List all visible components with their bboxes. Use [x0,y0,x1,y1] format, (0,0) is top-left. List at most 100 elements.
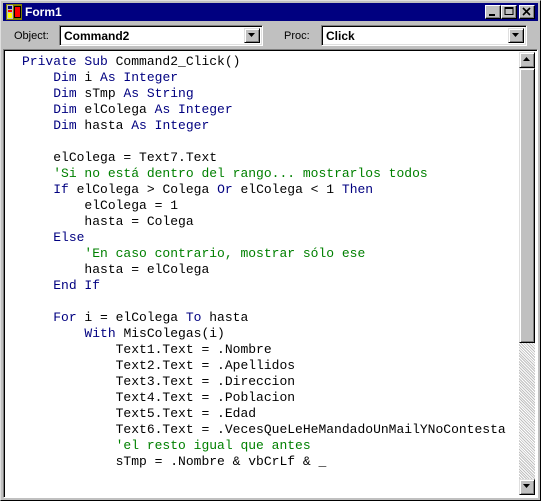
code-text[interactable]: Private Sub Command2_Click() Dim i As In… [22,54,518,494]
code-line[interactable]: Text1.Text = .Nombre [22,342,518,358]
code-keyword: Dim [53,86,77,101]
code-line[interactable] [22,294,518,310]
code-line[interactable]: Private Sub Command2_Click() [22,54,518,70]
chevron-down-icon [512,33,519,37]
code-editor[interactable]: Private Sub Command2_Click() Dim i As In… [3,49,538,498]
code-text-token: Text5.Text = .Edad [115,406,257,421]
code-text-token: Text3.Text = .Direccion [115,374,296,389]
code-line[interactable]: Text6.Text = .VecesQueLeHeMandadoUnMailY… [22,422,518,438]
code-keyword: To [185,310,202,325]
code-line[interactable]: Dim sTmp As String [22,86,518,102]
maximize-icon [504,7,514,15]
code-keyword: Dim [53,102,77,117]
code-line[interactable]: Else [22,230,518,246]
vb-form-icon[interactable] [6,4,22,20]
object-combo[interactable]: Command2 [59,25,263,46]
code-comment: 'En caso contrario, mostrar sólo ese [84,246,366,261]
scroll-down-button[interactable] [519,479,535,495]
code-keyword: End If [53,278,101,293]
code-text-token: hasta [201,310,249,325]
code-text-token: MisColegas(i) [115,326,225,341]
code-line[interactable]: Text4.Text = .Poblacion [22,390,518,406]
code-text-token: elColega = 1 [84,198,179,213]
code-keyword: If [53,182,69,197]
proc-combo-value: Click [326,29,355,43]
code-line[interactable]: Text3.Text = .Direccion [22,374,518,390]
code-keyword: With [84,326,116,341]
code-text-token: Text6.Text = .VecesQueLeHeMandadoUnMailY… [115,422,506,437]
code-line[interactable]: 'Si no está dentro del rango... mostrarl… [22,166,518,182]
close-icon [522,7,531,16]
object-label: Object: [14,30,49,42]
maximize-button[interactable] [501,5,517,19]
code-toolbar: Object: Command2 Proc: Click [3,23,538,49]
code-keyword: Else [53,230,85,245]
code-line[interactable] [22,134,518,150]
code-line[interactable]: Dim elColega As Integer [22,102,518,118]
code-text-token: hasta = elColega [84,262,210,277]
code-line[interactable]: Dim i As Integer [22,70,518,86]
code-line[interactable]: 'el resto igual que antes [22,438,518,454]
code-text-token: sTmp [76,86,124,101]
code-line[interactable]: With MisColegas(i) [22,326,518,342]
object-combo-value: Command2 [64,29,130,43]
code-text-token: Text1.Text = .Nombre [115,342,272,357]
object-dropdown-button[interactable] [244,28,260,43]
code-line[interactable]: elColega = Text7.Text [22,150,518,166]
scroll-thumb[interactable] [519,68,535,343]
proc-dropdown-button[interactable] [508,28,524,43]
code-line[interactable]: Text2.Text = .Apellidos [22,358,518,374]
vertical-scrollbar[interactable] [519,52,535,495]
code-comment: 'Si no está dentro del rango... mostrarl… [53,166,428,181]
proc-label: Proc: [284,30,310,42]
code-text-token: Text2.Text = .Apellidos [115,358,296,373]
code-line[interactable]: sTmp = .Nombre & vbCrLf & _ [22,454,518,470]
code-text-token: i = elColega [76,310,186,325]
code-keyword: As String [123,86,194,101]
code-line[interactable]: Text5.Text = .Edad [22,406,518,422]
window-title: Form1 [25,5,62,19]
code-line[interactable]: For i = elColega To hasta [22,310,518,326]
title-bar[interactable]: Form1 [3,3,538,21]
code-line[interactable]: Dim hasta As Integer [22,118,518,134]
code-line[interactable]: If elColega > Colega Or elColega < 1 The… [22,182,518,198]
close-button[interactable] [519,5,535,19]
code-text-token: Command2_Click() [107,54,241,69]
code-keyword: Dim [53,70,77,85]
code-text-token: i [76,70,101,85]
code-line[interactable]: End If [22,278,518,294]
code-line[interactable]: hasta = elColega [22,262,518,278]
code-text-token: Text4.Text = .Poblacion [115,390,296,405]
arrow-down-icon [523,484,530,488]
code-comment: 'el resto igual que antes [115,438,311,453]
code-line[interactable]: hasta = Colega [22,214,518,230]
code-line[interactable]: 'En caso contrario, mostrar sólo ese [22,246,518,262]
chevron-down-icon [248,33,255,37]
minimize-icon [489,14,495,16]
code-text-token: elColega > Colega [68,182,218,197]
proc-combo[interactable]: Click [321,25,527,46]
code-line[interactable]: elColega = 1 [22,198,518,214]
minimize-button[interactable] [485,5,501,19]
scroll-up-button[interactable] [519,52,535,68]
arrow-up-icon [523,57,530,61]
code-text-token: hasta = Colega [84,214,194,229]
